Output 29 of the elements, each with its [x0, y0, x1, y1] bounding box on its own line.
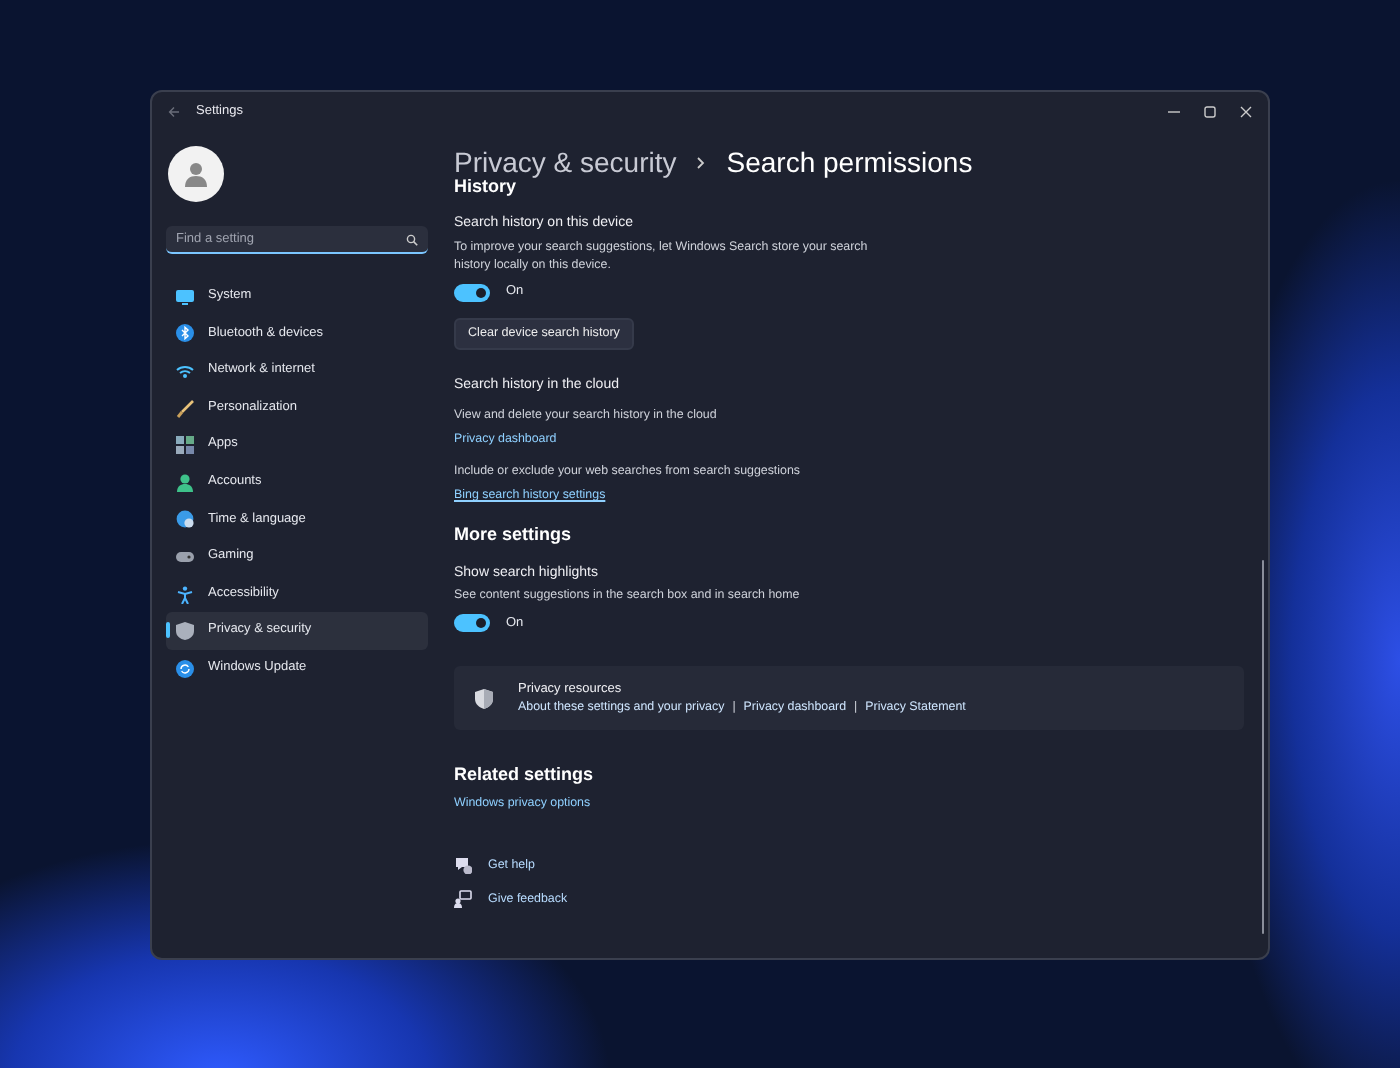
section-heading: History [454, 176, 517, 198]
shield-icon [474, 687, 494, 710]
feedback-icon [454, 890, 472, 909]
breadcrumb-parent[interactable]: Privacy & security [454, 144, 677, 181]
apps-icon [176, 436, 194, 455]
help-icon [454, 856, 472, 875]
page-title: Search permissions [726, 144, 973, 181]
scrollbar[interactable] [1261, 560, 1264, 934]
section-heading: Related settings [454, 764, 596, 787]
display-icon [176, 287, 194, 306]
accessibility-icon [176, 585, 194, 604]
toggle-switch[interactable] [454, 614, 490, 633]
update-icon [176, 659, 194, 678]
wifi-icon [176, 361, 194, 380]
bluetooth-icon [176, 324, 194, 343]
person-icon [176, 473, 194, 492]
toggle-switch[interactable] [454, 284, 490, 303]
user-avatar[interactable] [168, 146, 224, 202]
controller-icon [176, 547, 194, 566]
chevron-icon [696, 155, 707, 170]
shield-icon [176, 622, 194, 641]
close-icon[interactable] [1240, 106, 1252, 118]
brush-icon [176, 399, 194, 418]
section-heading: More settings [454, 524, 574, 547]
globe-clock-icon [176, 510, 194, 529]
maximize-icon[interactable] [1204, 106, 1216, 118]
search-icon [406, 234, 418, 246]
back-arrow-icon[interactable] [168, 106, 180, 118]
minimize-icon[interactable] [1168, 106, 1180, 118]
